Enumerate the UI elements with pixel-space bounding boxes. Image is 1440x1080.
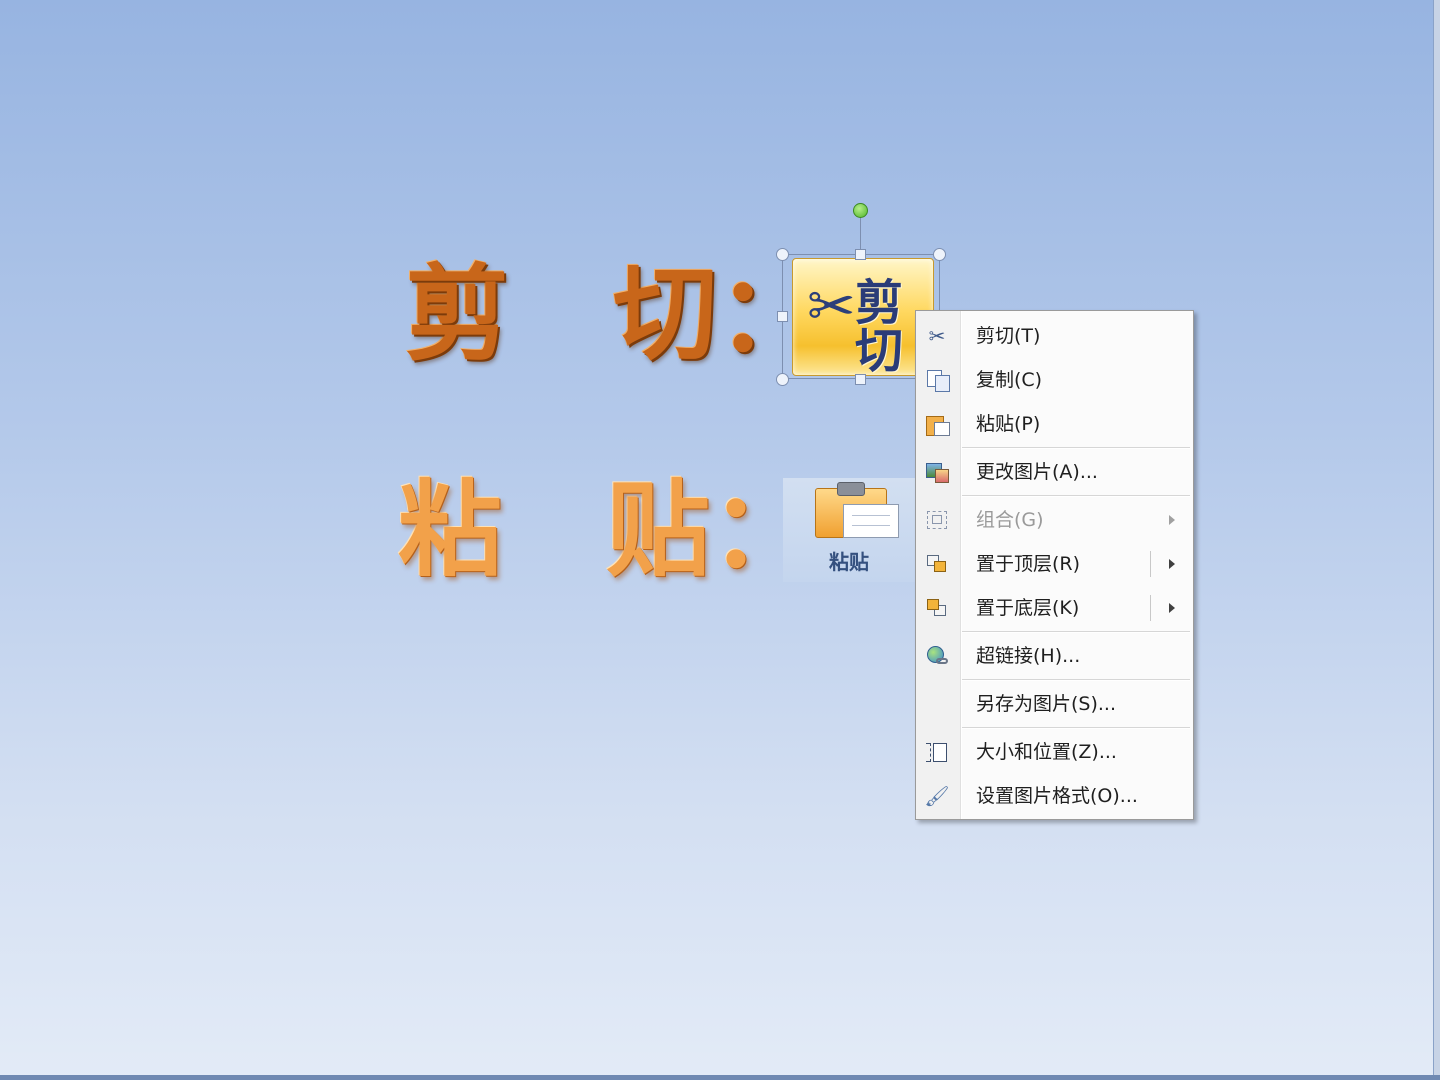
menu-item-copy[interactable]: 复制(C) xyxy=(918,359,1191,401)
resize-handle-top-left[interactable] xyxy=(776,248,789,261)
menu-item-label: 超链接(H)... xyxy=(976,645,1081,667)
menu-item-label: 大小和位置(Z)... xyxy=(976,741,1117,763)
menu-item-label: 置于顶层(R) xyxy=(976,553,1081,575)
menu-item-group[interactable]: 组合(G) xyxy=(918,499,1191,541)
menu-item-label: 复制(C) xyxy=(976,369,1043,391)
cut-title-wordart[interactable]: 剪 切： xyxy=(405,262,821,366)
send-to-back-icon xyxy=(924,596,950,620)
clipboard-clip xyxy=(837,482,865,496)
menu-item-label: 粘贴(P) xyxy=(976,413,1041,435)
menu-item-size-and-position[interactable]: 大小和位置(Z)... xyxy=(918,731,1191,773)
menu-item-label: 组合(G) xyxy=(976,509,1044,531)
menu-separator xyxy=(962,495,1190,497)
size-position-icon xyxy=(924,740,950,764)
menu-item-hyperlink[interactable]: 超链接(H)... xyxy=(918,635,1191,677)
menu-item-label: 剪切(T) xyxy=(976,325,1041,347)
resize-handle-bottom[interactable] xyxy=(855,374,866,385)
slide-bottom-edge xyxy=(0,1075,1440,1080)
menu-item-bring-to-front[interactable]: 置于顶层(R) xyxy=(918,543,1191,585)
menu-item-cut[interactable]: ✂ 剪切(T) xyxy=(918,315,1191,357)
resize-handle-left[interactable] xyxy=(777,311,788,322)
paste-button-picture[interactable]: 粘贴 xyxy=(783,478,915,582)
resize-handle-top[interactable] xyxy=(855,249,866,260)
slide-right-edge xyxy=(1433,0,1440,1080)
menu-item-label: 更改图片(A)... xyxy=(976,461,1098,483)
menu-item-label: 置于底层(K) xyxy=(976,597,1080,619)
menu-separator xyxy=(962,727,1190,729)
split-divider xyxy=(1150,551,1151,577)
menu-item-send-to-back[interactable]: 置于底层(K) xyxy=(918,587,1191,629)
menu-separator xyxy=(962,631,1190,633)
menu-item-save-as-picture[interactable]: 另存为图片(S)... xyxy=(918,683,1191,725)
menu-item-format-picture[interactable]: 🖌 设置图片格式(O)... xyxy=(918,775,1191,817)
submenu-arrow-icon xyxy=(1169,515,1175,525)
context-menu: ✂ 剪切(T) 复制(C) 粘贴(P) 更改图片(A)... 组合(G) 置于顶… xyxy=(915,310,1194,820)
menu-item-change-picture[interactable]: 更改图片(A)... xyxy=(918,451,1191,493)
change-picture-icon xyxy=(924,460,950,484)
hyperlink-icon xyxy=(924,644,950,668)
submenu-arrow-icon[interactable] xyxy=(1169,603,1175,613)
group-icon xyxy=(924,508,950,532)
copy-icon xyxy=(924,368,950,392)
submenu-arrow-icon[interactable] xyxy=(1169,559,1175,569)
menu-separator xyxy=(962,679,1190,681)
paste-title-wordart[interactable]: 粘 贴： xyxy=(398,478,814,582)
format-picture-icon: 🖌 xyxy=(924,784,950,808)
paste-picture-label: 粘贴 xyxy=(829,550,869,574)
scissors-icon: ✂ xyxy=(928,324,946,348)
bring-to-front-icon xyxy=(924,552,950,576)
menu-separator xyxy=(962,447,1190,449)
paper-icon xyxy=(843,504,899,538)
rotation-handle[interactable] xyxy=(853,203,868,218)
menu-item-paste[interactable]: 粘贴(P) xyxy=(918,403,1191,445)
menu-item-label: 另存为图片(S)... xyxy=(976,693,1117,715)
menu-item-label: 设置图片格式(O)... xyxy=(976,785,1138,807)
resize-handle-top-right[interactable] xyxy=(933,248,946,261)
split-divider xyxy=(1150,595,1151,621)
resize-handle-bottom-left[interactable] xyxy=(776,373,789,386)
paste-icon xyxy=(924,412,950,436)
